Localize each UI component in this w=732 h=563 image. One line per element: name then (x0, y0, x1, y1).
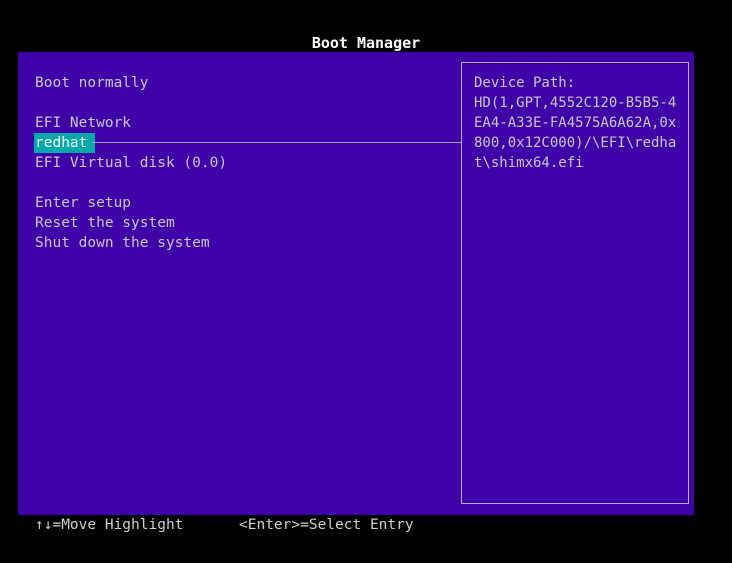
menu-item-boot-normally[interactable]: Boot normally (34, 73, 228, 93)
menu-item-efi-virtual-disk[interactable]: EFI Virtual disk (0.0) (34, 153, 228, 173)
device-path-box: Device Path: HD(1,GPT,4552C120-B5B5-4 EA… (461, 62, 689, 504)
device-path-line: HD(1,GPT,4552C120-B5B5-4 (474, 95, 677, 111)
device-path-line: EA4-A33E-FA4575A6A62A,0x (474, 115, 677, 131)
menu-item-enter-setup[interactable]: Enter setup (34, 193, 228, 213)
device-path-heading: Device Path: (474, 75, 576, 91)
select-entry-hint: <Enter>=Select Entry (239, 517, 414, 533)
boot-menu: Boot normally EFI Network redhat EFI Vir… (34, 73, 228, 253)
device-path-text: Device Path: HD(1,GPT,4552C120-B5B5-4 EA… (474, 73, 676, 173)
selection-connector-line (92, 142, 462, 143)
footer-hints: ↑↓=Move Highlight <Enter>=Select Entry (35, 515, 414, 535)
menu-item-shut-down[interactable]: Shut down the system (34, 233, 228, 253)
device-path-line: t\shimx64.efi (474, 155, 584, 171)
menu-item-redhat[interactable]: redhat (34, 133, 96, 153)
move-highlight-hint: ↑↓=Move Highlight (35, 517, 184, 533)
boot-manager-panel: Boot normally EFI Network redhat EFI Vir… (18, 52, 694, 515)
menu-spacer (34, 93, 228, 113)
device-path-line: 800,0x12C000)/\EFI\redha (474, 135, 677, 151)
window-title: Boot Manager (311, 34, 421, 52)
menu-item-efi-network[interactable]: EFI Network (34, 113, 228, 133)
menu-item-reset-system[interactable]: Reset the system (34, 213, 228, 233)
menu-spacer (34, 173, 228, 193)
